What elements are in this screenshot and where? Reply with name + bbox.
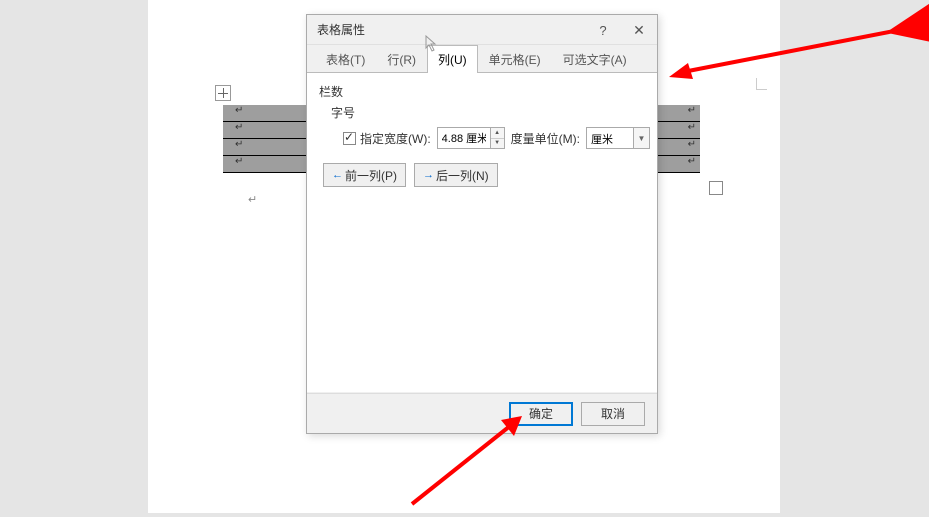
page-corner-marker	[756, 78, 774, 96]
prev-column-label: 前一列(P)	[345, 167, 397, 184]
dialog-titlebar[interactable]: 表格属性 ? ✕	[307, 15, 657, 45]
close-button[interactable]: ✕	[621, 15, 657, 45]
column-tab-panel: 栏数 字号 指定宽度(W): ▲ ▼ 度量单位(M): 厘米 ▼	[307, 72, 657, 392]
ok-button[interactable]: 确定	[509, 402, 573, 426]
table-resize-handle[interactable]	[709, 181, 723, 195]
tab-strip: 表格(T) 行(R) 列(U) 单元格(E) 可选文字(A)	[307, 45, 657, 73]
measure-unit-dropdown[interactable]: 厘米 ▼	[586, 127, 650, 149]
width-row: 指定宽度(W): ▲ ▼ 度量单位(M): 厘米 ▼	[343, 127, 645, 149]
column-nav-buttons: ← 前一列(P) → 后一列(N)	[323, 163, 645, 187]
measure-unit-label: 度量单位(M):	[511, 130, 580, 147]
width-spinner: ▲ ▼	[437, 127, 505, 149]
paragraph-mark: ↵	[248, 193, 257, 206]
dialog-footer: 确定 取消	[307, 393, 657, 433]
arrow-left-icon: ←	[332, 169, 343, 181]
help-button[interactable]: ?	[585, 15, 621, 45]
table-properties-dialog: 表格属性 ? ✕ 表格(T) 行(R) 列(U) 单元格(E) 可选文字(A) …	[306, 14, 658, 434]
specify-width-checkbox-wrap[interactable]: 指定宽度(W):	[343, 130, 431, 147]
group-label: 栏数	[319, 83, 645, 100]
tab-alttext[interactable]: 可选文字(A)	[552, 45, 638, 73]
next-column-button[interactable]: → 后一列(N)	[414, 163, 498, 187]
spinner-buttons: ▲ ▼	[491, 127, 505, 149]
specify-width-label: 指定宽度(W):	[360, 130, 431, 147]
tab-cell[interactable]: 单元格(E)	[478, 45, 552, 73]
spinner-up-button[interactable]: ▲	[491, 128, 504, 139]
width-input[interactable]	[437, 127, 491, 149]
cancel-button[interactable]: 取消	[581, 402, 645, 426]
sub-label: 字号	[331, 104, 645, 121]
dropdown-toggle-button[interactable]: ▼	[634, 127, 650, 149]
tab-column[interactable]: 列(U)	[427, 45, 478, 73]
tab-row[interactable]: 行(R)	[376, 45, 427, 73]
specify-width-checkbox[interactable]	[343, 132, 356, 145]
measure-unit-value: 厘米	[586, 127, 634, 149]
table-move-handle[interactable]	[215, 85, 231, 101]
next-column-label: 后一列(N)	[436, 167, 489, 184]
spinner-down-button[interactable]: ▼	[491, 139, 504, 149]
dialog-title: 表格属性	[317, 21, 365, 38]
tab-table[interactable]: 表格(T)	[315, 45, 376, 73]
chevron-down-icon: ▼	[638, 134, 646, 143]
previous-column-button[interactable]: ← 前一列(P)	[323, 163, 406, 187]
arrow-right-icon: →	[423, 169, 434, 181]
